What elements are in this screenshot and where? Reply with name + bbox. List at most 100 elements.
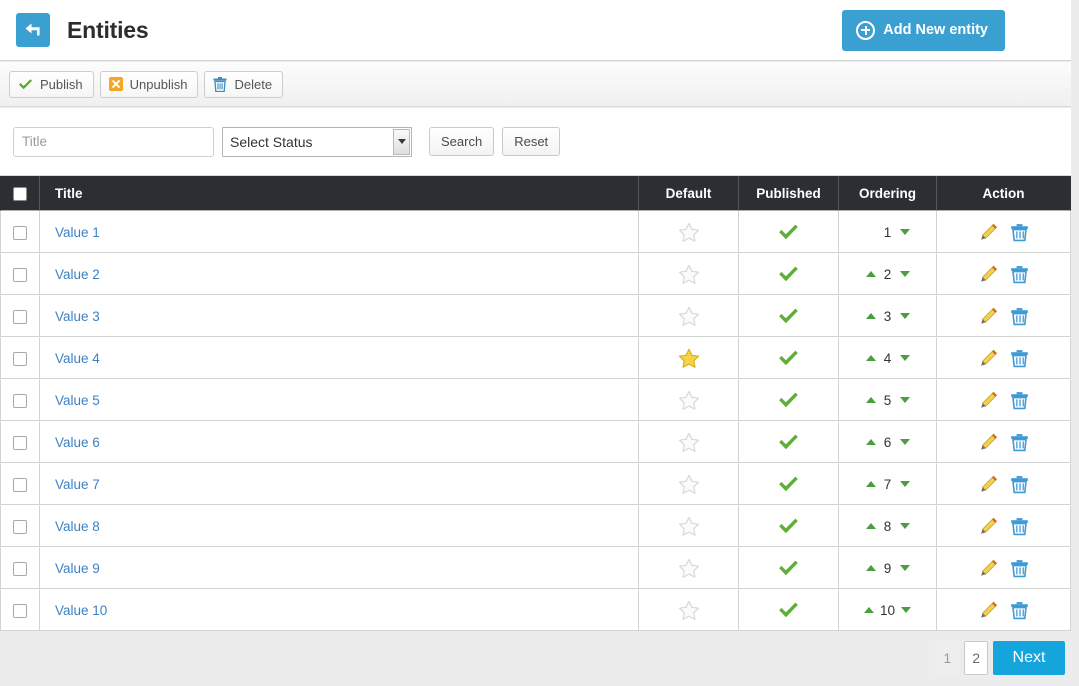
delete-trash-icon[interactable] [1010, 559, 1029, 578]
star-outline-icon[interactable] [678, 600, 700, 620]
move-up-icon[interactable] [865, 313, 876, 319]
move-up-icon[interactable] [863, 607, 874, 613]
star-outline-icon[interactable] [678, 432, 700, 452]
row-checkbox[interactable] [13, 309, 27, 324]
reset-button[interactable]: Reset [502, 127, 561, 156]
delete-button[interactable]: Delete [204, 70, 284, 98]
edit-pencil-icon[interactable] [979, 349, 998, 368]
move-down-icon[interactable] [899, 271, 910, 277]
row-checkbox[interactable] [13, 393, 27, 408]
row-title-link[interactable]: Value 7 [55, 477, 100, 492]
star-outline-icon[interactable] [678, 474, 700, 494]
delete-trash-icon[interactable] [1010, 601, 1029, 620]
star-outline-icon[interactable] [678, 558, 700, 578]
row-checkbox[interactable] [13, 519, 27, 534]
delete-trash-icon[interactable] [1010, 433, 1029, 452]
search-button[interactable]: Search [429, 127, 495, 156]
table-row: Value 4 4 [0, 337, 1071, 379]
move-up-icon[interactable] [865, 481, 876, 487]
star-outline-icon[interactable] [678, 390, 700, 410]
star-filled-icon[interactable] [678, 348, 700, 368]
move-down-icon[interactable] [899, 313, 910, 319]
delete-trash-icon[interactable] [1010, 223, 1029, 242]
star-outline-icon[interactable] [678, 516, 700, 536]
edit-pencil-icon[interactable] [979, 475, 998, 494]
back-arrow-icon[interactable] [16, 13, 50, 47]
published-check-icon[interactable] [778, 517, 799, 534]
move-down-icon[interactable] [899, 565, 910, 571]
delete-trash-icon[interactable] [1010, 265, 1029, 284]
pagination-page-2[interactable]: 2 [964, 641, 988, 675]
move-down-icon[interactable] [899, 355, 910, 361]
column-header-published[interactable]: Published [739, 176, 839, 211]
move-down-icon[interactable] [899, 397, 910, 403]
row-checkbox[interactable] [13, 267, 27, 282]
column-header-ordering[interactable]: Ordering [839, 176, 937, 211]
edit-pencil-icon[interactable] [979, 601, 998, 620]
chevron-down-icon[interactable] [393, 128, 410, 155]
published-check-icon[interactable] [778, 265, 799, 282]
edit-pencil-icon[interactable] [979, 517, 998, 536]
move-down-icon[interactable] [899, 439, 910, 445]
row-checkbox[interactable] [13, 225, 27, 240]
row-title-link[interactable]: Value 1 [55, 225, 100, 240]
add-new-entity-button[interactable]: Add New entity [842, 9, 1005, 51]
delete-trash-icon[interactable] [1010, 349, 1029, 368]
publish-button[interactable]: Publish [9, 70, 94, 98]
pagination-next-button[interactable]: Next [993, 641, 1065, 675]
row-title-link[interactable]: Value 2 [55, 267, 100, 282]
move-up-icon[interactable] [865, 397, 876, 403]
published-check-icon[interactable] [778, 475, 799, 492]
move-down-icon[interactable] [899, 481, 910, 487]
unpublish-button[interactable]: Unpublish [99, 70, 199, 98]
move-down-icon[interactable] [899, 523, 910, 529]
delete-trash-icon[interactable] [1010, 517, 1029, 536]
row-checkbox[interactable] [13, 435, 27, 450]
row-title-link[interactable]: Value 9 [55, 561, 100, 576]
row-title-link[interactable]: Value 3 [55, 309, 100, 324]
move-up-icon[interactable] [865, 271, 876, 277]
edit-pencil-icon[interactable] [979, 223, 998, 242]
row-title-link[interactable]: Value 5 [55, 393, 100, 408]
published-check-icon[interactable] [778, 349, 799, 366]
row-title-link[interactable]: Value 6 [55, 435, 100, 450]
column-header-default[interactable]: Default [639, 176, 739, 211]
row-title-link[interactable]: Value 10 [55, 603, 107, 618]
published-check-icon[interactable] [778, 559, 799, 576]
row-checkbox[interactable] [13, 561, 27, 576]
edit-pencil-icon[interactable] [979, 391, 998, 410]
edit-pencil-icon[interactable] [979, 307, 998, 326]
edit-pencil-icon[interactable] [979, 265, 998, 284]
pagination-page-1[interactable]: 1 [935, 641, 960, 675]
row-checkbox[interactable] [13, 351, 27, 366]
delete-trash-icon[interactable] [1010, 307, 1029, 326]
row-action-cell [937, 589, 1071, 631]
move-up-icon[interactable] [865, 439, 876, 445]
edit-pencil-icon[interactable] [979, 433, 998, 452]
row-title-link[interactable]: Value 4 [55, 351, 100, 366]
published-check-icon[interactable] [778, 307, 799, 324]
delete-trash-icon[interactable] [1010, 475, 1029, 494]
star-outline-icon[interactable] [678, 306, 700, 326]
delete-trash-icon[interactable] [1010, 391, 1029, 410]
move-down-icon[interactable] [899, 229, 910, 235]
published-check-icon[interactable] [778, 391, 799, 408]
select-all-checkbox[interactable] [13, 186, 27, 201]
row-checkbox[interactable] [13, 603, 27, 618]
move-up-icon[interactable] [865, 355, 876, 361]
move-down-icon[interactable] [901, 607, 912, 613]
star-outline-icon[interactable] [678, 222, 700, 242]
row-title-link[interactable]: Value 8 [55, 519, 100, 534]
published-check-icon[interactable] [778, 601, 799, 618]
status-select[interactable]: Select Status [222, 126, 412, 157]
row-actions [937, 464, 1070, 504]
move-up-icon[interactable] [865, 565, 876, 571]
move-up-icon[interactable] [865, 523, 876, 529]
published-check-icon[interactable] [778, 433, 799, 450]
edit-pencil-icon[interactable] [979, 559, 998, 578]
column-header-title[interactable]: Title [40, 176, 639, 211]
row-checkbox[interactable] [13, 477, 27, 492]
published-check-icon[interactable] [778, 223, 799, 240]
star-outline-icon[interactable] [678, 264, 700, 284]
title-search-input[interactable] [13, 126, 214, 157]
